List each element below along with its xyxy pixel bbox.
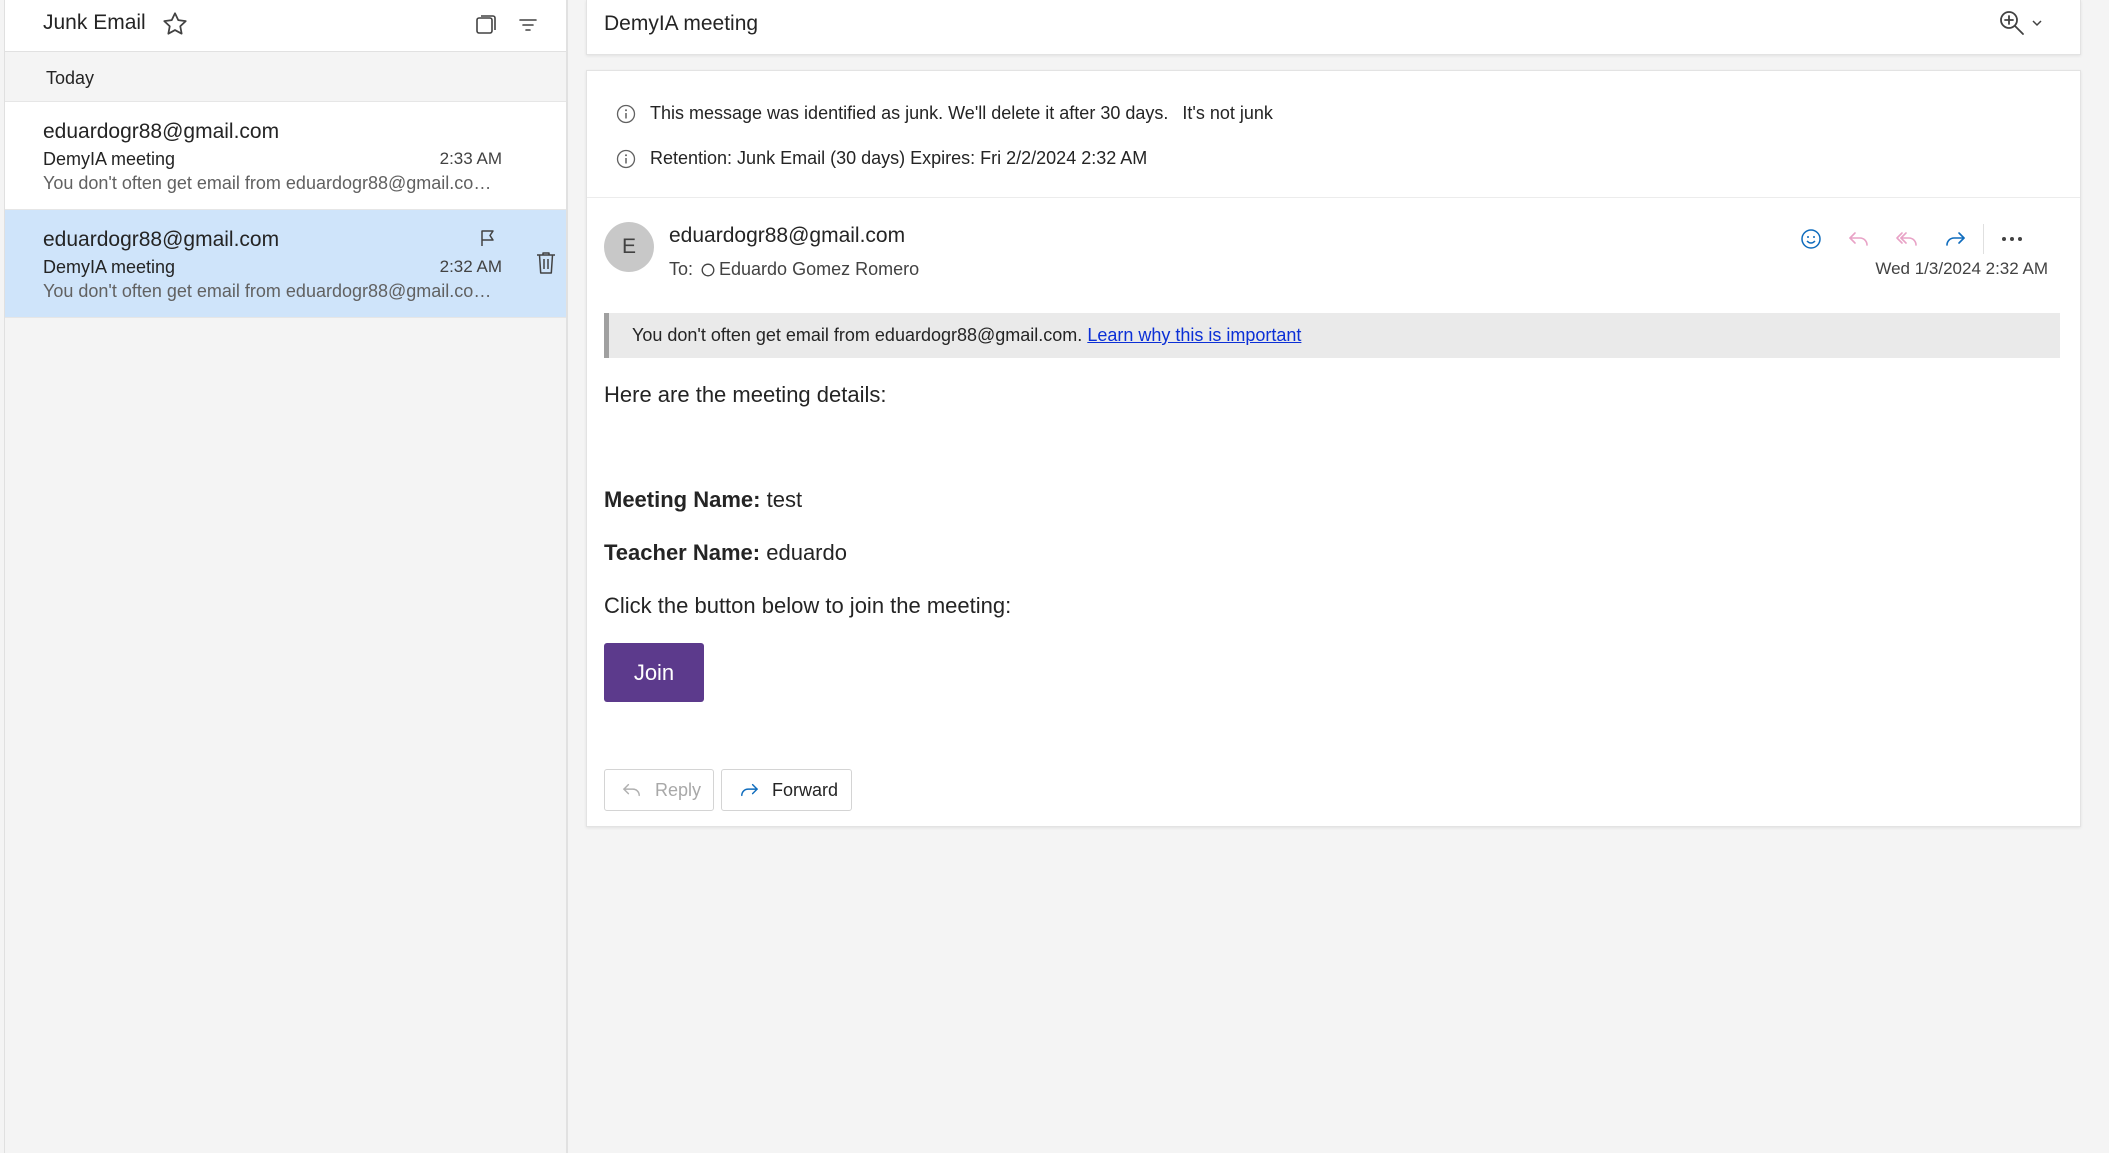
retention-text: Retention: Junk Email (30 days) Expires:… xyxy=(650,148,1148,168)
meeting-name-line: Meeting Name: test xyxy=(604,487,802,513)
join-button[interactable]: Join xyxy=(604,643,704,702)
list-item[interactable]: eduardogr88@gmail.com DemyIA meeting 2:3… xyxy=(5,210,566,318)
item-subject: DemyIA meeting xyxy=(43,149,176,169)
forward-label: Forward xyxy=(772,779,839,800)
item-time: 2:33 AM xyxy=(439,149,502,168)
flag-icon[interactable] xyxy=(478,228,498,248)
body-intro: Here are the meeting details: xyxy=(604,382,887,407)
meeting-name-label: Meeting Name: xyxy=(604,487,761,512)
forward-button[interactable]: Forward xyxy=(721,769,852,811)
folder-title: Junk Email xyxy=(43,11,146,34)
banner-text: You don't often get email from eduardogr… xyxy=(632,325,1083,345)
forward-icon xyxy=(738,781,760,799)
message-card: This message was identified as junk. We'… xyxy=(586,70,2081,827)
reply-icon[interactable] xyxy=(1835,221,1883,257)
recipient-line: To: Eduardo Gomez Romero xyxy=(669,259,919,280)
info-icon xyxy=(616,149,636,169)
teacher-name-value: eduardo xyxy=(766,540,847,565)
divider xyxy=(587,197,2080,198)
group-header-today: Today xyxy=(5,52,566,102)
filter-icon[interactable] xyxy=(517,14,539,36)
checkbox-icon[interactable] xyxy=(475,14,497,36)
reply-icon xyxy=(621,781,643,799)
emoji-icon[interactable] xyxy=(1787,221,1835,257)
join-instruction: Click the button below to join the meeti… xyxy=(604,593,1012,618)
message-date: Wed 1/3/2024 2:32 AM xyxy=(1875,259,2048,278)
zoom-in-icon xyxy=(1998,9,2026,37)
junk-notice-text: This message was identified as junk. We'… xyxy=(650,103,1169,123)
reply-button[interactable]: Reply xyxy=(604,769,714,811)
external-sender-banner: You don't often get email from eduardogr… xyxy=(604,313,2060,358)
message-actions xyxy=(1787,221,2036,257)
not-junk-link[interactable]: It's not junk xyxy=(1182,103,1272,124)
message-list-pane: Junk Email Today eduardogr88@gmail.com D… xyxy=(4,0,568,1153)
meeting-name-value: test xyxy=(766,487,803,512)
forward-icon[interactable] xyxy=(1931,221,1979,257)
chevron-down-icon xyxy=(2030,16,2044,30)
group-label: Today xyxy=(46,68,95,88)
item-sender: eduardogr88@gmail.com xyxy=(43,228,280,251)
learn-why-link[interactable]: Learn why this is important xyxy=(1087,325,1301,346)
recipient-name[interactable]: Eduardo Gomez Romero xyxy=(719,259,919,280)
item-sender: eduardogr88@gmail.com xyxy=(43,120,280,143)
more-icon[interactable] xyxy=(1988,221,2036,257)
item-preview: You don't often get email from eduardogr… xyxy=(43,281,503,301)
divider xyxy=(1983,224,1984,254)
sender-email[interactable]: eduardogr88@gmail.com xyxy=(669,224,905,248)
reply-all-icon[interactable] xyxy=(1883,221,1931,257)
trash-icon[interactable] xyxy=(534,250,558,276)
teacher-name-label: Teacher Name: xyxy=(604,540,761,565)
retention-notice: Retention: Junk Email (30 days) Expires:… xyxy=(616,148,1147,169)
junk-notice: This message was identified as junk. We'… xyxy=(616,103,1273,124)
teacher-name-line: Teacher Name: eduardo xyxy=(604,540,847,566)
zoom-button[interactable] xyxy=(1998,9,2044,37)
item-preview: You don't often get email from eduardogr… xyxy=(43,173,503,193)
info-icon xyxy=(616,104,636,124)
presence-icon xyxy=(701,263,715,277)
item-subject: DemyIA meeting xyxy=(43,257,176,277)
list-header: Junk Email xyxy=(5,0,566,52)
star-icon[interactable] xyxy=(161,10,189,38)
reply-label: Reply xyxy=(655,779,702,800)
list-item[interactable]: eduardogr88@gmail.com DemyIA meeting 2:3… xyxy=(5,102,566,210)
avatar[interactable]: E xyxy=(604,222,654,272)
message-subject: DemyIA meeting xyxy=(604,12,759,35)
to-label: To: xyxy=(669,259,694,279)
subject-bar: DemyIA meeting xyxy=(586,0,2081,55)
item-time: 2:32 AM xyxy=(439,257,502,276)
